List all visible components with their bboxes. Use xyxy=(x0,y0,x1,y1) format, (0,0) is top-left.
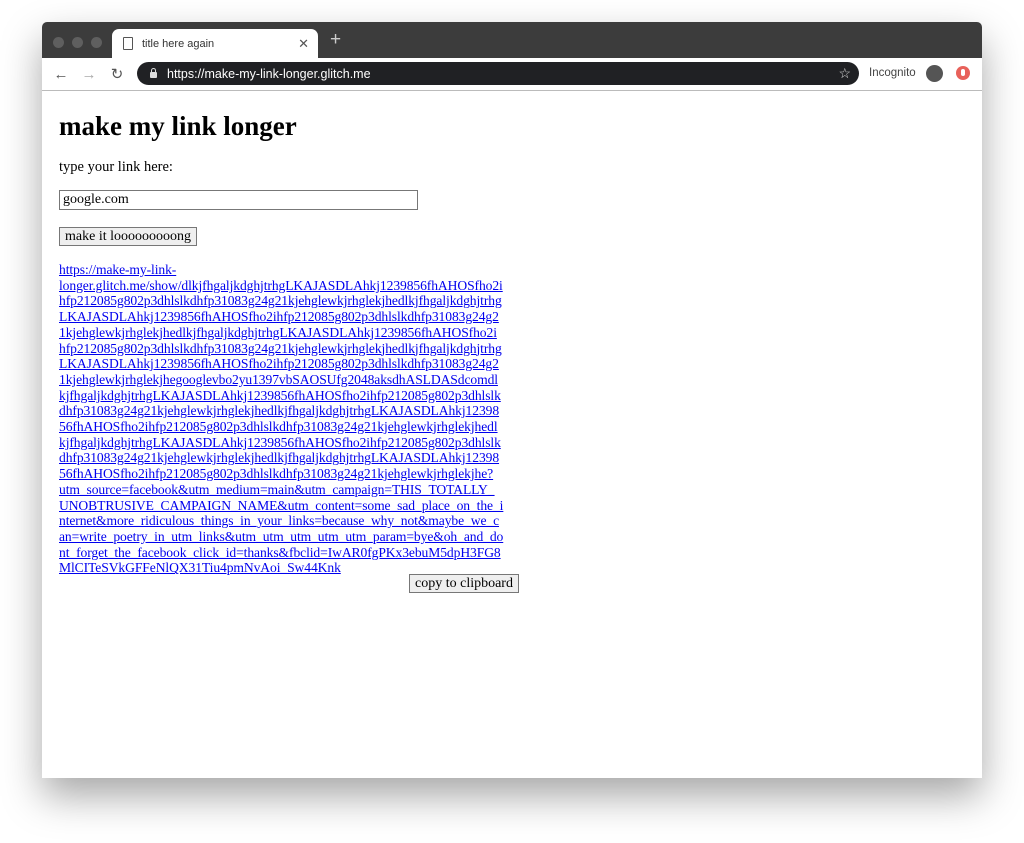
result-link-line[interactable]: LKAJASDLAhkj1239856fhAHOSfho2ihfp212085g… xyxy=(59,356,503,372)
page-content: make my link longer type your link here:… xyxy=(42,91,982,778)
result-link-line[interactable]: dhfp31083g24g21kjehglewkjrhglekjhedlkjfh… xyxy=(59,450,503,466)
result-link-line[interactable]: hfp212085g802p3dhlslkdhfp31083g24g21kjeh… xyxy=(59,293,503,309)
close-tab-icon[interactable]: ✕ xyxy=(298,36,309,52)
page-title: make my link longer xyxy=(59,111,297,142)
result-link-line[interactable]: an=write_poetry_in_utm_links&utm_utm_utm… xyxy=(59,529,503,545)
result-link-line[interactable]: https://make-my-link- xyxy=(59,262,503,278)
result-link-line[interactable]: kjfhgaljkdghjtrhgLKAJASDLAhkj1239856fhAH… xyxy=(59,388,503,404)
result-link-line[interactable]: longer.glitch.me/show/dlkjfhgaljkdghjtrh… xyxy=(59,278,503,294)
browser-tab[interactable]: title here again ✕ xyxy=(112,29,318,58)
incognito-label: Incognito xyxy=(869,67,916,79)
result-link-line[interactable]: dhfp31083g24g21kjehglewkjrhglekjhedlkjfh… xyxy=(59,403,503,419)
result-link-line[interactable]: UNOBTRUSIVE_CAMPAIGN_NAME&utm_content=so… xyxy=(59,498,503,514)
tab-bar: title here again ✕ + xyxy=(42,22,982,58)
result-link-line[interactable]: kjfhgaljkdghjtrhgLKAJASDLAhkj1239856fhAH… xyxy=(59,435,503,451)
result-link-line[interactable]: 56fhAHOSfho2ihfp212085g802p3dhlslkdhfp31… xyxy=(59,466,503,482)
forward-icon[interactable]: → xyxy=(80,66,98,83)
result-link-line[interactable]: nt_forget_the_facebook_click_id=thanks&f… xyxy=(59,545,503,561)
browser-toolbar: ← → ↻ https://make-my-link-longer.glitch… xyxy=(42,58,982,91)
result-link-line[interactable]: 1kjehglewkjrhglekjhedlkjfhgaljkdghjtrhgL… xyxy=(59,325,503,341)
result-link[interactable]: https://make-my-link-longer.glitch.me/sh… xyxy=(59,262,503,576)
document-icon xyxy=(123,37,133,50)
window-controls[interactable] xyxy=(53,37,102,48)
incognito-icon[interactable] xyxy=(926,65,943,82)
result-link-line[interactable]: hfp212085g802p3dhlslkdhfp31083g24g21kjeh… xyxy=(59,341,503,357)
close-window-icon[interactable] xyxy=(53,37,64,48)
tab-title: title here again xyxy=(142,38,298,50)
back-icon[interactable]: ← xyxy=(52,66,70,83)
result-link-line[interactable]: 56fhAHOSfho2ihfp212085g802p3dhlslkdhfp31… xyxy=(59,419,503,435)
address-bar[interactable]: https://make-my-link-longer.glitch.me ☆ xyxy=(137,62,859,85)
copy-to-clipboard-button[interactable]: copy to clipboard xyxy=(409,574,519,593)
extension-icon[interactable] xyxy=(956,66,970,80)
lock-icon xyxy=(150,72,157,78)
make-longer-button[interactable]: make it looooooooong xyxy=(59,227,197,246)
result-link-line[interactable]: 1kjehglewkjrhglekjhegooglevbo2yu1397vbSA… xyxy=(59,372,503,388)
url-text[interactable]: https://make-my-link-longer.glitch.me xyxy=(167,67,838,81)
result-link-line[interactable]: utm_source=facebook&utm_medium=main&utm_… xyxy=(59,482,503,498)
result-link-line[interactable]: LKAJASDLAhkj1239856fhAHOSfho2ihfp212085g… xyxy=(59,309,503,325)
bookmark-star-icon[interactable]: ☆ xyxy=(838,65,851,82)
reload-icon[interactable]: ↻ xyxy=(108,65,126,83)
new-tab-icon[interactable]: + xyxy=(330,29,341,51)
maximize-window-icon[interactable] xyxy=(91,37,102,48)
link-input-label: type your link here: xyxy=(59,159,173,176)
browser-window: title here again ✕ + ← → ↻ https://make-… xyxy=(42,22,982,778)
minimize-window-icon[interactable] xyxy=(72,37,83,48)
link-input[interactable] xyxy=(59,190,418,210)
result-link-line[interactable]: nternet&more_ridiculous_things_in_your_l… xyxy=(59,513,503,529)
